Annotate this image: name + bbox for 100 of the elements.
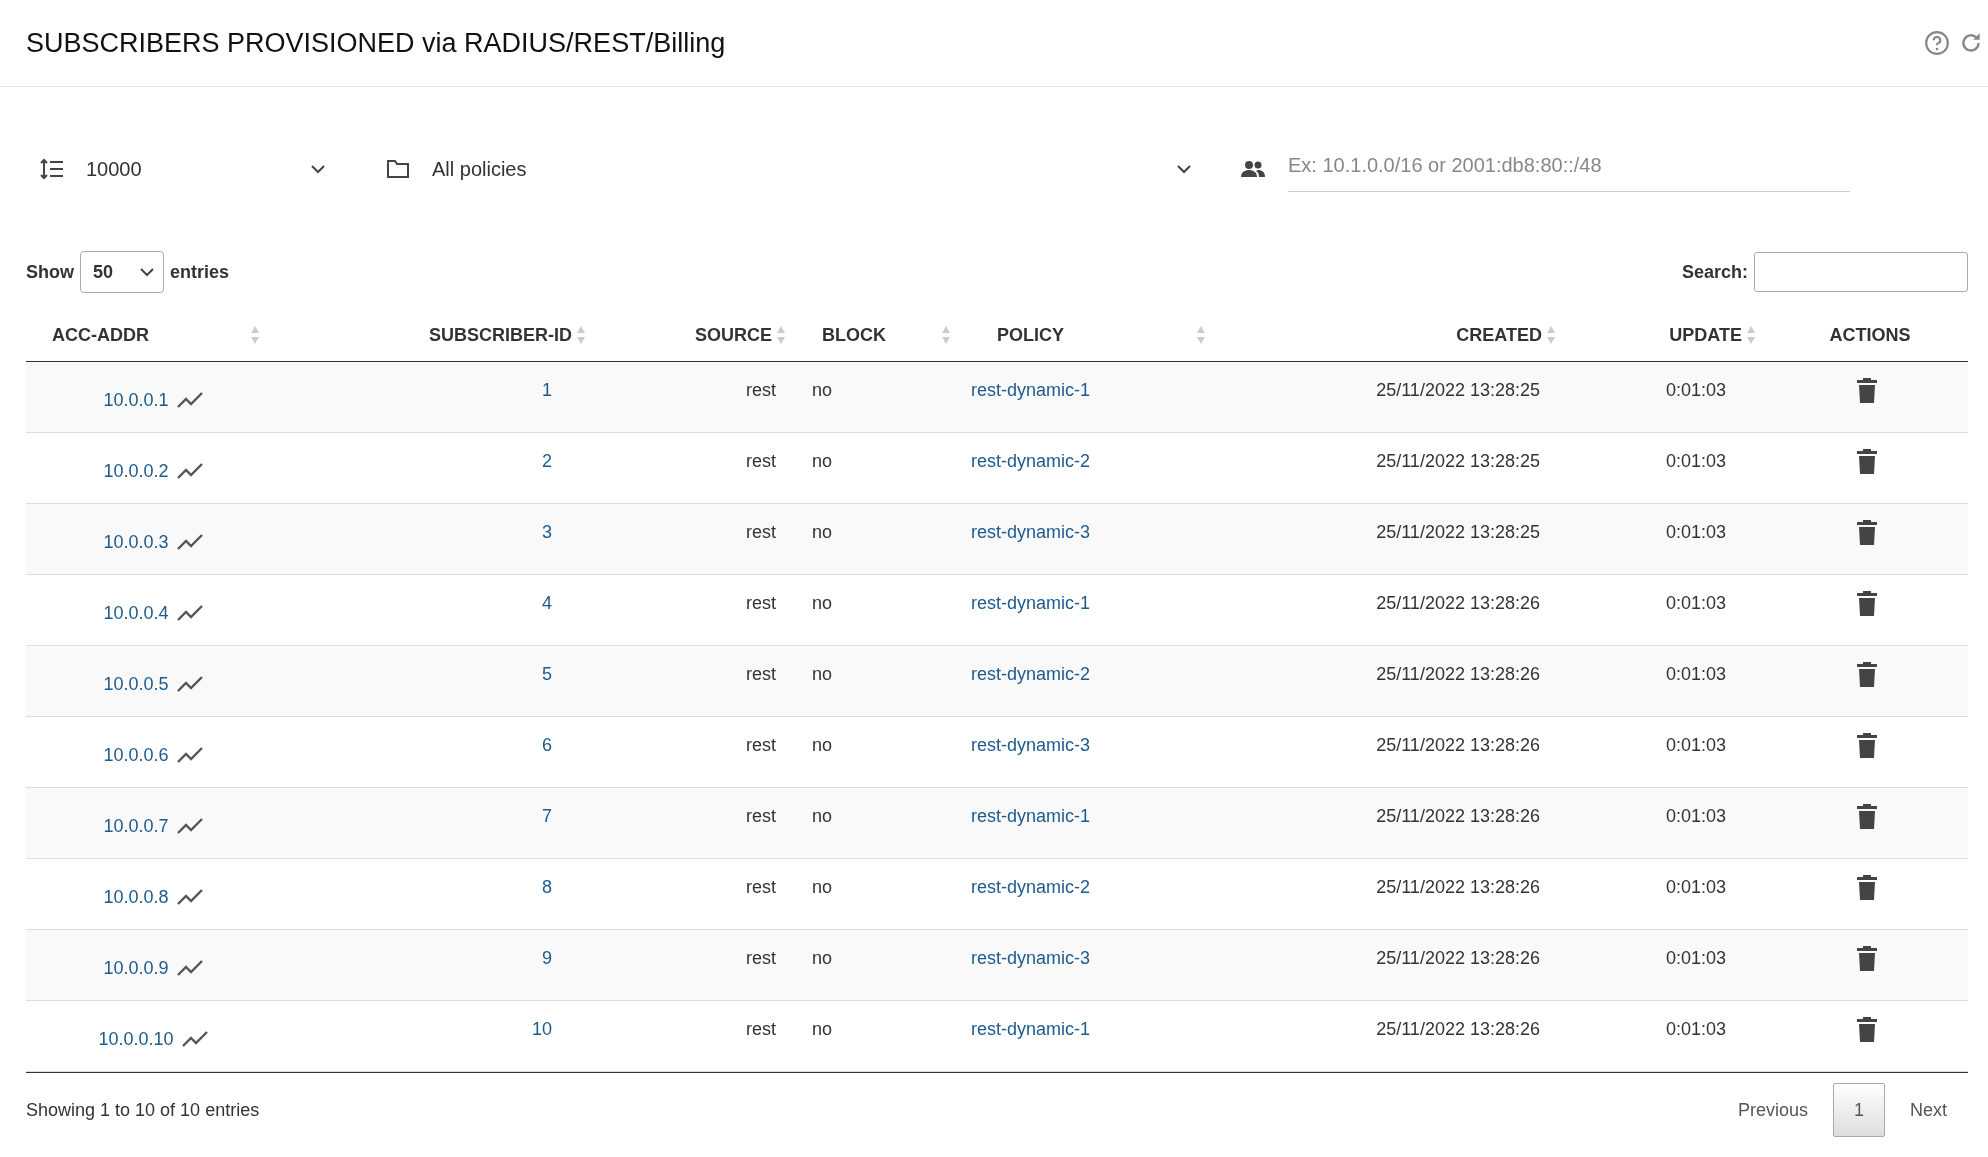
column-header[interactable]: ACC-ADDR xyxy=(52,324,149,346)
table-cell: rest xyxy=(746,734,776,756)
chevron-down-icon xyxy=(1176,164,1192,174)
limit-dropdown[interactable]: 10000 xyxy=(86,157,326,181)
table-cell: no xyxy=(812,663,833,685)
next-button[interactable]: Next xyxy=(1889,1083,1968,1137)
policy-link[interactable]: rest-dynamic-1 xyxy=(971,379,1091,401)
subscriber-id-link[interactable]: 7 xyxy=(542,805,552,827)
chart-line-icon[interactable] xyxy=(181,1031,208,1047)
table-cell: 0:01:03 xyxy=(1665,521,1726,543)
subscriber-id-link[interactable]: 5 xyxy=(542,663,552,685)
address-link[interactable]: 10.0.0.2 xyxy=(103,460,169,482)
table-cell: 0:01:03 xyxy=(1665,805,1726,827)
policy-link[interactable]: rest-dynamic-2 xyxy=(971,663,1091,685)
subscriber-id-link[interactable]: 4 xyxy=(542,592,552,614)
chart-line-icon[interactable] xyxy=(176,392,203,408)
column-header[interactable]: CREATED xyxy=(1456,324,1542,346)
address-link[interactable]: 10.0.0.5 xyxy=(103,673,169,695)
address-link[interactable]: 10.0.0.9 xyxy=(103,957,169,979)
subscriber-id-link[interactable]: 9 xyxy=(542,947,552,969)
policy-link[interactable]: rest-dynamic-2 xyxy=(971,876,1091,898)
trash-icon[interactable] xyxy=(1857,732,1877,758)
trash-icon[interactable] xyxy=(1857,661,1877,687)
trash-icon[interactable] xyxy=(1857,519,1877,545)
table-cell: 0:01:03 xyxy=(1665,592,1726,614)
table-cell: 25/11/2022 13:28:26 xyxy=(1376,947,1540,969)
address-link[interactable]: 10.0.0.4 xyxy=(103,602,169,624)
people-icon xyxy=(1240,160,1266,178)
trash-icon[interactable] xyxy=(1857,874,1877,900)
trash-icon[interactable] xyxy=(1857,1016,1877,1042)
table-info: Showing 1 to 10 of 10 entries xyxy=(26,1099,260,1121)
entries-label: entries xyxy=(170,261,230,283)
table-cell: 0:01:03 xyxy=(1665,876,1726,898)
subscriber-id-link[interactable]: 8 xyxy=(542,876,552,898)
search-field[interactable] xyxy=(1754,252,1968,292)
address-link[interactable]: 10.0.0.6 xyxy=(103,744,169,766)
policy-link[interactable]: rest-dynamic-1 xyxy=(971,1018,1091,1040)
chart-line-icon[interactable] xyxy=(176,889,203,905)
table-cell: rest xyxy=(746,805,776,827)
table-cell: 25/11/2022 13:28:25 xyxy=(1376,450,1540,472)
table-cell: 25/11/2022 13:28:25 xyxy=(1376,379,1540,401)
chart-line-icon[interactable] xyxy=(176,463,203,479)
trash-icon[interactable] xyxy=(1857,945,1877,971)
trash-icon[interactable] xyxy=(1857,590,1877,616)
chart-line-icon[interactable] xyxy=(176,747,203,763)
search-label: Search: xyxy=(1681,261,1748,283)
subscriber-id-link[interactable]: 2 xyxy=(542,450,552,472)
table-cell: rest xyxy=(746,947,776,969)
trash-icon[interactable] xyxy=(1857,448,1877,474)
chart-line-icon[interactable] xyxy=(176,960,203,976)
page-button[interactable]: 1 xyxy=(1832,1083,1885,1137)
chevron-down-icon xyxy=(139,267,155,277)
table-cell: 0:01:03 xyxy=(1665,450,1726,472)
policy-dropdown[interactable]: All policies xyxy=(432,157,1192,181)
table-cell: no xyxy=(812,450,833,472)
table-cell: 0:01:03 xyxy=(1665,379,1726,401)
policy-link[interactable]: rest-dynamic-3 xyxy=(971,521,1091,543)
policy-link[interactable]: rest-dynamic-1 xyxy=(971,592,1091,614)
subscriber-id-link[interactable]: 1 xyxy=(542,379,552,401)
column-header[interactable]: ACTIONS xyxy=(1829,324,1911,346)
trash-icon[interactable] xyxy=(1857,377,1877,403)
column-header[interactable]: SUBSCRIBER-ID xyxy=(429,324,572,346)
address-link[interactable]: 10.0.0.1 xyxy=(103,389,169,411)
address-link[interactable]: 10.0.0.7 xyxy=(103,815,169,837)
address-link[interactable]: 10.0.0.8 xyxy=(103,886,169,908)
trash-icon[interactable] xyxy=(1857,803,1877,829)
table-cell: no xyxy=(812,876,833,898)
table-cell: rest xyxy=(746,663,776,685)
address-link[interactable]: 10.0.0.3 xyxy=(103,531,169,553)
help-icon[interactable] xyxy=(1924,30,1950,56)
chart-line-icon[interactable] xyxy=(176,676,203,692)
table-cell: no xyxy=(812,805,833,827)
column-header[interactable]: UPDATE xyxy=(1669,324,1742,346)
table-cell: rest xyxy=(746,450,776,472)
chart-line-icon[interactable] xyxy=(176,818,203,834)
table-cell: 0:01:03 xyxy=(1665,734,1726,756)
column-header[interactable]: POLICY xyxy=(997,324,1064,346)
column-header[interactable]: SOURCE xyxy=(695,324,772,346)
chevron-down-icon xyxy=(310,164,326,174)
table-cell: 25/11/2022 13:28:26 xyxy=(1376,592,1540,614)
address-link[interactable]: 10.0.0.10 xyxy=(98,1028,174,1050)
chart-line-icon[interactable] xyxy=(176,534,203,550)
policy-link[interactable]: rest-dynamic-3 xyxy=(971,947,1091,969)
table-cell: 25/11/2022 13:28:26 xyxy=(1376,805,1540,827)
entries-dropdown[interactable]: 50 xyxy=(80,251,164,293)
folder-icon xyxy=(386,159,410,179)
column-header[interactable]: BLOCK xyxy=(822,324,886,346)
page-title: SUBSCRIBERS PROVISIONED via RADIUS/REST/Billing xyxy=(26,27,726,59)
subscriber-id-link[interactable]: 3 xyxy=(542,521,552,543)
table-cell: no xyxy=(812,379,833,401)
table-cell: 0:01:03 xyxy=(1665,1018,1726,1040)
subscriber-id-link[interactable]: 6 xyxy=(542,734,552,756)
previous-button[interactable]: Previous xyxy=(1716,1083,1829,1137)
subscriber-id-link[interactable]: 10 xyxy=(531,1018,552,1040)
policy-link[interactable]: rest-dynamic-3 xyxy=(971,734,1091,756)
policy-link[interactable]: rest-dynamic-1 xyxy=(971,805,1091,827)
table-cell: no xyxy=(812,734,833,756)
policy-link[interactable]: rest-dynamic-2 xyxy=(971,450,1091,472)
chart-line-icon[interactable] xyxy=(176,605,203,621)
sort-list-icon xyxy=(40,158,64,180)
